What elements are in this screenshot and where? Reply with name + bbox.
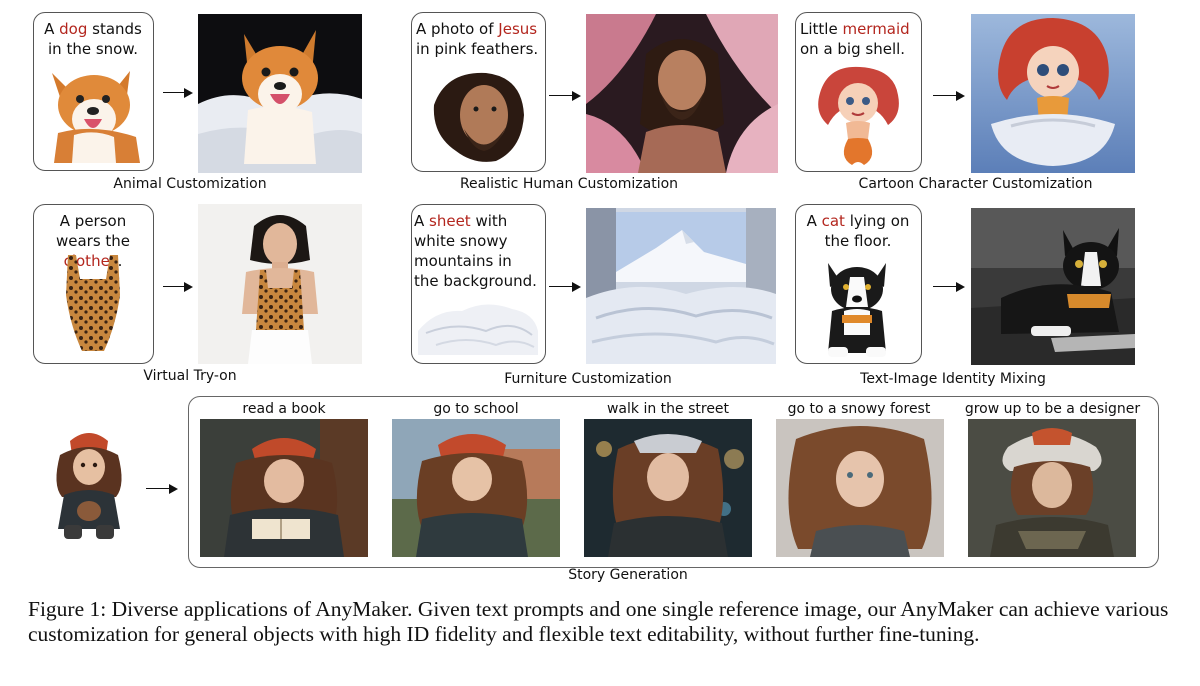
story-image-go-to-a-snowy-forest	[776, 419, 944, 557]
story-prompt-4: go to a snowy forest	[787, 401, 931, 417]
border-collie-reference-image	[828, 263, 886, 357]
tryon-result-image	[198, 204, 362, 364]
animal-prompt: A dog stands in the snow.	[44, 20, 142, 58]
furniture-result-image	[586, 208, 776, 364]
man-reference-image	[433, 72, 524, 162]
story-image-go-to-school	[392, 419, 560, 557]
cartoon-label: Cartoon Character Customization	[858, 176, 1093, 192]
tryon-reference-card: A person wears the clothes.	[33, 204, 154, 364]
human-label: Realistic Human Customization	[459, 176, 679, 192]
story-prompt-5: grow up to be a designer	[964, 401, 1141, 417]
story-image-grow-up-to-be-a-designer	[968, 419, 1136, 557]
mixing-arrow	[933, 281, 965, 293]
animal-prompt-highlight: dog	[59, 20, 88, 38]
mixing-reference-card: A cat lying on the floor.	[795, 204, 922, 364]
human-arrow	[549, 90, 581, 102]
mixing-prompt: A cat lying on the floor.	[806, 212, 910, 250]
tryon-arrow	[163, 281, 193, 293]
furniture-reference-card: A sheet with white snowy mountains in th…	[411, 204, 546, 364]
story-image-walk-in-the-street	[584, 419, 752, 557]
human-result-image	[586, 14, 778, 173]
cartoon-result-image	[971, 14, 1135, 173]
human-prompt-highlight: Jesus	[498, 20, 538, 38]
furniture-arrow	[549, 281, 581, 293]
story-prompt-3: walk in the street	[606, 401, 730, 417]
story-arrow	[146, 483, 178, 495]
mermaid-reference-image	[818, 66, 899, 165]
dog-reference-image	[52, 71, 140, 163]
cartoon-prompt: Little mermaid on a big shell.	[800, 20, 910, 58]
cartoon-arrow	[933, 90, 965, 102]
mixing-prompt-highlight: cat	[821, 212, 845, 230]
furniture-prompt-highlight: sheet	[429, 212, 471, 230]
tryon-label: Virtual Try-on	[143, 368, 237, 384]
animal-arrow	[163, 87, 193, 99]
swimsuit-reference-image	[66, 255, 120, 351]
mixing-label: Text-Image Identity Mixing	[860, 371, 1046, 387]
furniture-label: Furniture Customization	[504, 371, 672, 387]
girl-reference-image	[56, 433, 122, 539]
story-label: Story Generation	[568, 567, 688, 583]
animal-reference-card: A dog stands in the snow.	[33, 12, 154, 171]
furniture-prompt: A sheet with white snowy mountains in th…	[414, 212, 537, 290]
story-image-read-a-book	[200, 419, 368, 557]
cartoon-reference-card: Little mermaid on a big shell.	[795, 12, 922, 172]
story-prompt-1: read a book	[242, 401, 326, 417]
sheet-reference-image	[418, 304, 538, 355]
mixing-result-image	[971, 208, 1135, 365]
human-prompt: A photo of Jesus in pink feathers.	[416, 20, 539, 58]
figure-caption: Figure 1: Diverse applications of AnyMak…	[28, 597, 1169, 646]
cartoon-prompt-highlight: mermaid	[842, 20, 910, 38]
animal-result-image	[198, 14, 362, 173]
animal-label: Animal Customization	[113, 176, 267, 192]
story-prompt-2: go to school	[433, 401, 519, 417]
human-reference-card: A photo of Jesus in pink feathers.	[411, 12, 546, 172]
